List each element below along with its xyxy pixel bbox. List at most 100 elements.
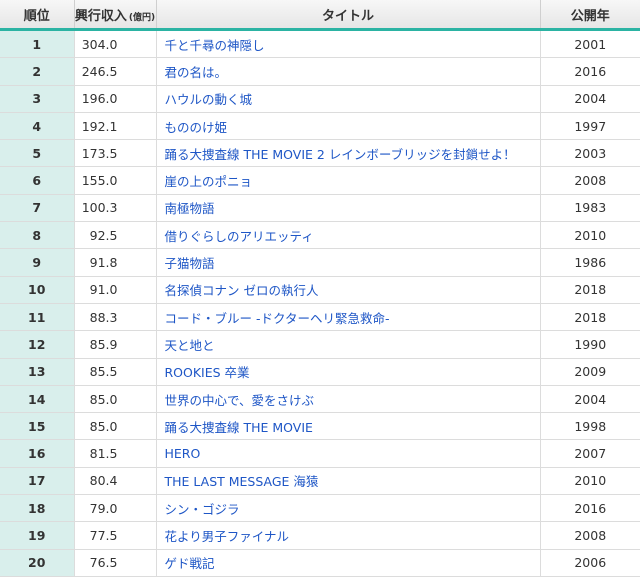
table-row: 18 79.0 シン・ゴジラ 2016 <box>0 494 640 523</box>
rank-cell: 5 <box>0 139 75 168</box>
title-cell: ROOKIES 卒業 <box>156 358 541 386</box>
gross-cell: 304.0 <box>74 29 157 59</box>
table-row: 15 85.0 踊る大捜査線 THE MOVIE 1998 <box>0 412 640 441</box>
table-row: 5 173.5 踊る大捜査線 THE MOVIE 2 レインボーブリッジを封鎖せよ！… <box>0 139 640 168</box>
movie-title-link[interactable]: 踊る大捜査線 THE MOVIE <box>165 420 313 435</box>
movie-title-link[interactable]: ゲド戦記 <box>165 556 215 571</box>
movie-title-link[interactable]: 名探偵コナン ゼロの執行人 <box>165 283 319 298</box>
year-cell: 1997 <box>540 112 640 141</box>
rank-cell: 2 <box>0 57 75 86</box>
title-cell: 君の名は。 <box>156 57 541 86</box>
title-cell: THE LAST MESSAGE 海猿 <box>156 467 541 496</box>
year-cell: 1986 <box>540 248 640 277</box>
table-row: 4 192.1 もののけ姫 1997 <box>0 112 640 141</box>
movie-title-link[interactable]: ハウルの動く城 <box>165 92 253 107</box>
table-row: 12 85.9 天と地と 1990 <box>0 330 640 359</box>
rank-cell: 20 <box>0 549 75 577</box>
table-row: 7 100.3 南極物語 1983 <box>0 194 640 223</box>
rank-cell: 11 <box>0 303 75 332</box>
movie-title-link[interactable]: 南極物語 <box>165 201 215 216</box>
gross-cell: 80.4 <box>74 467 157 496</box>
title-cell: 南極物語 <box>156 194 541 223</box>
movie-title-link[interactable]: シン・ゴジラ <box>165 502 240 517</box>
movie-title-link[interactable]: 崖の上のポニョ <box>165 174 253 189</box>
title-cell: コード・ブルー -ドクターヘリ緊急救命- <box>156 303 541 332</box>
header-title-label: タイトル <box>321 8 374 24</box>
year-cell: 2004 <box>540 385 640 414</box>
table-row: 13 85.5 ROOKIES 卒業 2009 <box>0 358 640 386</box>
movie-title-link[interactable]: 君の名は。 <box>165 65 228 80</box>
gross-cell: 85.0 <box>74 385 157 414</box>
movie-title-link[interactable]: HERO <box>165 446 201 461</box>
table-row: 8 92.5 借りぐらしのアリエッティ 2010 <box>0 221 640 250</box>
rank-cell: 8 <box>0 221 75 250</box>
gross-cell: 246.5 <box>74 57 157 86</box>
year-cell: 2003 <box>540 139 640 168</box>
gross-cell: 79.0 <box>74 494 157 523</box>
gross-cell: 92.5 <box>74 221 157 250</box>
year-cell: 2008 <box>540 166 640 195</box>
year-cell: 2016 <box>540 494 640 523</box>
title-cell: 踊る大捜査線 THE MOVIE 2 レインボーブリッジを封鎖せよ！ <box>156 139 541 168</box>
rank-cell: 10 <box>0 276 75 304</box>
title-cell: ゲド戦記 <box>156 549 541 577</box>
year-cell: 1998 <box>540 412 640 441</box>
movie-title-link[interactable]: THE LAST MESSAGE 海猿 <box>165 474 319 489</box>
header-gross: 興行収入 (億円) <box>74 0 157 31</box>
title-cell: シン・ゴジラ <box>156 494 541 523</box>
title-cell: HERO <box>156 439 541 468</box>
table-row: 14 85.0 世界の中心で、愛をさけぶ 2004 <box>0 385 640 414</box>
title-cell: 借りぐらしのアリエッティ <box>156 221 541 250</box>
table-row: 19 77.5 花より男子ファイナル 2008 <box>0 521 640 550</box>
title-cell: 崖の上のポニョ <box>156 166 541 195</box>
gross-cell: 196.0 <box>74 85 157 113</box>
gross-cell: 192.1 <box>74 112 157 141</box>
gross-cell: 91.8 <box>74 248 157 277</box>
box-office-ranking-table: 順位 興行収入 (億円) タイトル 公開年 1 304.0 千と千尋の神隠し 2001 … <box>0 0 640 577</box>
gross-cell: 173.5 <box>74 139 157 168</box>
rank-cell: 12 <box>0 330 75 359</box>
gross-cell: 155.0 <box>74 166 157 195</box>
movie-title-link[interactable]: 千と千尋の神隠し <box>165 38 265 53</box>
title-cell: 天と地と <box>156 330 541 359</box>
header-title: タイトル <box>156 0 541 31</box>
movie-title-link[interactable]: 天と地と <box>165 338 215 353</box>
movie-title-link[interactable]: もののけ姫 <box>165 120 228 135</box>
movie-title-link[interactable]: ROOKIES 卒業 <box>165 365 250 380</box>
rank-cell: 19 <box>0 521 75 550</box>
year-cell: 1983 <box>540 194 640 223</box>
header-gross-unit: (億円) <box>128 12 156 23</box>
movie-title-link[interactable]: 子猫物語 <box>165 256 215 271</box>
title-cell: 千と千尋の神隠し <box>156 29 541 59</box>
header-year-label: 公開年 <box>570 8 610 24</box>
rank-cell: 1 <box>0 29 75 59</box>
year-cell: 2006 <box>540 549 640 577</box>
movie-title-link[interactable]: 借りぐらしのアリエッティ <box>165 229 314 244</box>
movie-title-link[interactable]: 世界の中心で、愛をさけぶ <box>165 393 315 408</box>
gross-cell: 88.3 <box>74 303 157 332</box>
gross-cell: 76.5 <box>74 549 157 577</box>
rank-cell: 4 <box>0 112 75 141</box>
rank-cell: 6 <box>0 166 75 195</box>
table-row: 11 88.3 コード・ブルー -ドクターヘリ緊急救命- 2018 <box>0 303 640 332</box>
movie-title-link[interactable]: 花より男子ファイナル <box>165 529 290 544</box>
year-cell: 2010 <box>540 221 640 250</box>
title-cell: 子猫物語 <box>156 248 541 277</box>
title-cell: 花より男子ファイナル <box>156 521 541 550</box>
rank-cell: 17 <box>0 467 75 496</box>
movie-title-link[interactable]: コード・ブルー -ドクターヘリ緊急救命- <box>165 311 390 326</box>
year-cell: 2009 <box>540 358 640 386</box>
header-row: 順位 興行収入 (億円) タイトル 公開年 <box>0 0 640 31</box>
year-cell: 2008 <box>540 521 640 550</box>
rank-cell: 7 <box>0 194 75 223</box>
year-cell: 2018 <box>540 303 640 332</box>
title-cell: 世界の中心で、愛をさけぶ <box>156 385 541 414</box>
rank-cell: 9 <box>0 248 75 277</box>
title-cell: もののけ姫 <box>156 112 541 141</box>
movie-title-link[interactable]: 踊る大捜査線 THE MOVIE 2 レインボーブリッジを封鎖せよ！ <box>165 147 516 162</box>
header-rank: 順位 <box>0 0 75 31</box>
table-row: 20 76.5 ゲド戦記 2006 <box>0 549 640 577</box>
gross-cell: 85.9 <box>74 330 157 359</box>
title-cell: 名探偵コナン ゼロの執行人 <box>156 276 541 304</box>
header-year: 公開年 <box>540 0 640 31</box>
